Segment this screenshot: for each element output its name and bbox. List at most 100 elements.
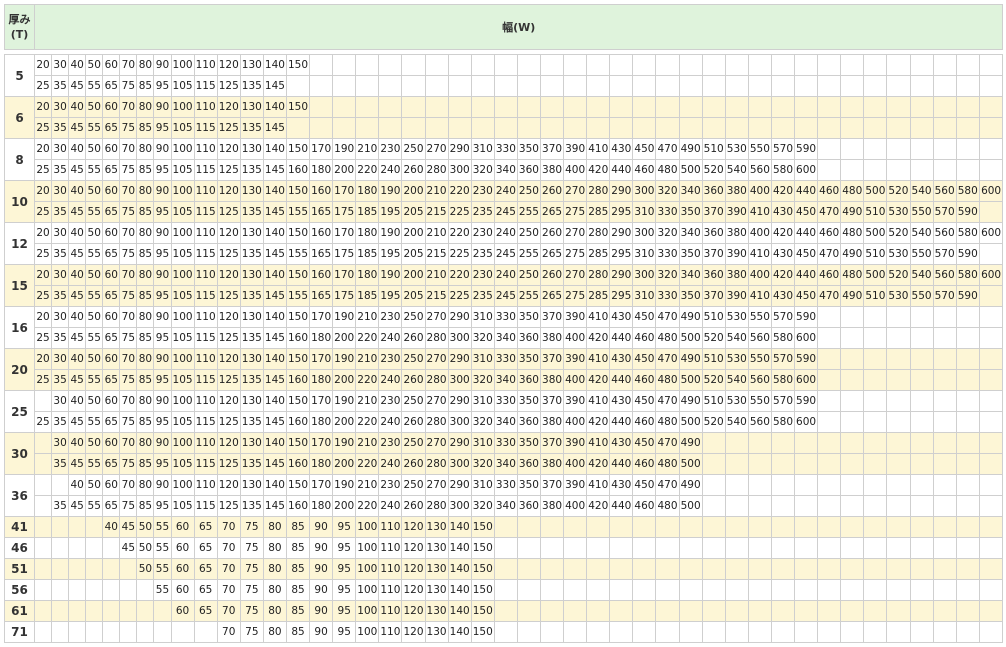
width-cell: 245 — [493, 201, 518, 223]
width-cell: 110 — [193, 180, 218, 202]
width-cell: 70 — [216, 537, 241, 559]
width-cell — [978, 348, 1004, 370]
width-cell: 300 — [632, 222, 657, 244]
width-cell: 350 — [516, 306, 542, 328]
width-cell — [609, 600, 634, 622]
width-cell: 115 — [193, 453, 218, 475]
width-cell: 85 — [285, 537, 311, 559]
width-cell — [539, 537, 565, 559]
width-cell: 520 — [701, 411, 726, 433]
width-cell: 215 — [424, 243, 449, 265]
width-cell: 400 — [747, 222, 772, 244]
width-cell: 90 — [153, 390, 172, 412]
width-cell: 330 — [655, 285, 680, 307]
width-cell — [33, 558, 53, 580]
width-cell: 150 — [285, 306, 311, 328]
width-cell — [401, 75, 426, 97]
width-cell: 120 — [401, 600, 426, 622]
width-cell — [747, 558, 772, 580]
width-cell — [355, 117, 380, 139]
width-cell — [978, 516, 1004, 538]
width-cell: 60 — [170, 558, 195, 580]
width-cell: 540 — [724, 327, 749, 349]
width-cell — [932, 516, 957, 538]
width-cell: 65 — [193, 600, 218, 622]
width-cell: 270 — [424, 432, 449, 454]
width-cell — [817, 474, 842, 496]
width-cell: 85 — [136, 243, 155, 265]
width-cell — [817, 453, 842, 475]
width-cell — [285, 117, 311, 139]
width-cell — [909, 411, 934, 433]
width-cell: 200 — [332, 327, 357, 349]
width-cell: 290 — [447, 390, 472, 412]
width-cell — [563, 96, 588, 118]
width-cell: 75 — [119, 411, 138, 433]
width-cell: 75 — [239, 537, 264, 559]
width-cell — [863, 348, 888, 370]
width-cell: 125 — [216, 201, 241, 223]
width-cell: 550 — [747, 348, 772, 370]
width-cell — [747, 474, 772, 496]
width-cell — [840, 453, 865, 475]
width-cell — [701, 54, 726, 76]
width-cell: 35 — [51, 327, 70, 349]
width-cell: 130 — [239, 474, 264, 496]
width-cell: 290 — [447, 306, 472, 328]
width-cell: 290 — [609, 180, 634, 202]
width-cell — [632, 579, 657, 601]
width-cell: 70 — [119, 348, 138, 370]
width-cell — [68, 621, 87, 643]
width-cell — [840, 117, 865, 139]
width-cell — [68, 579, 87, 601]
width-cell: 60 — [170, 600, 195, 622]
width-cell: 95 — [153, 159, 172, 181]
width-cell — [886, 474, 911, 496]
width-cell: 80 — [262, 537, 287, 559]
width-cell — [632, 117, 657, 139]
width-cell: 55 — [85, 75, 104, 97]
width-cell: 250 — [401, 348, 426, 370]
width-cell: 600 — [794, 411, 819, 433]
width-cell: 520 — [886, 222, 911, 244]
width-cell: 40 — [68, 54, 87, 76]
width-cell: 20 — [33, 180, 53, 202]
width-cell — [909, 348, 934, 370]
width-cell: 190 — [332, 474, 357, 496]
width-cell: 250 — [401, 432, 426, 454]
width-cell: 100 — [355, 516, 380, 538]
width-cell: 255 — [516, 201, 542, 223]
width-cell: 130 — [424, 579, 449, 601]
width-cell: 30 — [51, 54, 70, 76]
width-cell — [794, 474, 819, 496]
width-cell: 65 — [102, 285, 121, 307]
thickness-cell: 12 — [4, 222, 35, 265]
width-cell — [955, 117, 980, 139]
width-cell: 600 — [794, 369, 819, 391]
thickness-cell: 56 — [4, 579, 35, 601]
width-cell: 75 — [119, 453, 138, 475]
width-cell: 290 — [609, 222, 634, 244]
width-cell — [978, 159, 1004, 181]
thickness-cell: 61 — [4, 600, 35, 622]
width-cell — [33, 621, 53, 643]
width-cell: 55 — [85, 117, 104, 139]
table-row: 8 20 30 40 50 60 70 80 90 100 110 120 130 140 150 170 19… — [4, 138, 1004, 181]
width-cell: 40 — [68, 138, 87, 160]
width-cell — [886, 75, 911, 97]
width-cell: 490 — [678, 474, 703, 496]
width-cell: 185 — [355, 243, 380, 265]
width-cell: 430 — [609, 474, 634, 496]
width-cell: 25 — [33, 243, 53, 265]
width-cell: 120 — [216, 180, 241, 202]
width-cell: 275 — [563, 243, 588, 265]
width-cell: 480 — [655, 495, 680, 517]
width-cell: 70 — [119, 222, 138, 244]
width-cell: 450 — [632, 432, 657, 454]
width-cell — [794, 75, 819, 97]
thickness-cell: 46 — [4, 537, 35, 559]
width-cell — [817, 537, 842, 559]
width-cell: 360 — [701, 264, 726, 286]
width-cell: 220 — [355, 411, 380, 433]
width-cell: 540 — [724, 411, 749, 433]
